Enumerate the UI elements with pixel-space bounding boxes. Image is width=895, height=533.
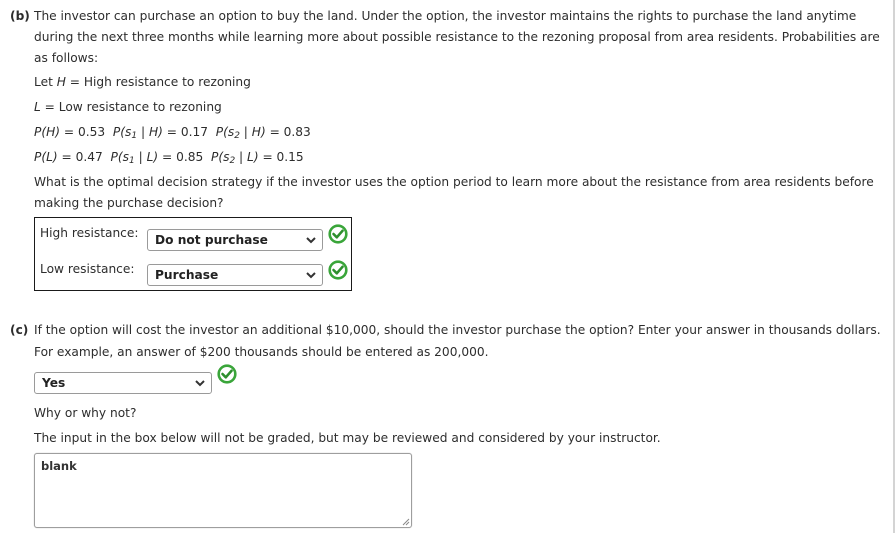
explanation-textarea[interactable]: blank: [34, 453, 412, 528]
var-h: H: [56, 75, 66, 89]
low-resistance-select[interactable]: Purchase: [147, 264, 323, 286]
high-resistance-selected-value: Do not purchase: [155, 233, 268, 247]
part-b-intro-line-3: as follows:: [34, 51, 99, 65]
cond-h: | H): [239, 125, 266, 139]
def-h-text: = High resistance to rezoning: [65, 75, 251, 89]
p-s2-h-prefix: P(s: [215, 125, 235, 139]
p-h: P(H): [34, 125, 61, 139]
low-resistance-selected-value: Purchase: [155, 268, 219, 282]
part-c-question-line-1: If the option will cost the investor an …: [34, 323, 881, 337]
purchase-option-select[interactable]: Yes: [34, 372, 212, 394]
p-s1-h-prefix: P(s: [112, 125, 132, 139]
strategy-answer-box: High resistance: Do not purchase Low res…: [34, 217, 352, 291]
part-c-question-line-2: For example, an answer of $200 thousands…: [34, 345, 489, 359]
textarea-value: blank: [41, 459, 77, 473]
p-s1-l-value: = 0.85: [158, 150, 204, 164]
purchase-option-selected-value: Yes: [42, 376, 66, 390]
check-correct-icon: [328, 224, 348, 244]
part-b-intro-line-2: during the next three months while learn…: [34, 30, 880, 44]
probability-row-high: P(H) = 0.53 P(s1 | H) = 0.17 P(s2 | H) =…: [34, 122, 311, 146]
part-b-label: (b): [10, 9, 30, 23]
part-b-question-line-1: What is the optimal decision strategy if…: [34, 175, 874, 189]
p-s1-h-value: = 0.17: [162, 125, 208, 139]
p-s1-l-prefix: P(s: [110, 150, 129, 164]
p-s2-h-value: = 0.83: [265, 125, 311, 139]
part-c-label: (c): [10, 323, 29, 337]
var-l: L: [34, 100, 41, 114]
p-s2-l-value: = 0.15: [258, 150, 304, 164]
definition-h: Let H = High resistance to rezoning: [34, 72, 251, 92]
resize-grip-icon[interactable]: [401, 517, 410, 526]
why-label: Why or why not?: [34, 406, 137, 420]
p-l-value: = 0.47: [57, 150, 103, 164]
part-b-question-line-2: making the purchase decision?: [34, 196, 224, 210]
part-b-intro-line-1: The investor can purchase an option to b…: [34, 9, 857, 23]
chevron-down-icon: [195, 380, 205, 387]
probability-row-low: P(L) = 0.47 P(s1 | L) = 0.85 P(s2 | L) =…: [34, 147, 304, 171]
def-l-text: = Low resistance to rezoning: [40, 100, 222, 114]
def-prefix: Let: [34, 75, 57, 89]
definition-l: L = Low resistance to rezoning: [34, 97, 222, 117]
check-correct-icon: [328, 260, 348, 280]
grading-note: The input in the box below will not be g…: [34, 431, 661, 445]
chevron-down-icon: [306, 272, 316, 279]
cond-h: | H): [137, 125, 163, 139]
low-resistance-label: Low resistance:: [40, 262, 135, 276]
p-h-value: = 0.53: [60, 125, 106, 139]
check-correct-icon: [217, 364, 237, 384]
cond-l: | L): [235, 150, 259, 164]
chevron-down-icon: [306, 237, 316, 244]
high-resistance-label: High resistance:: [40, 226, 139, 240]
cond-l: | L): [134, 150, 159, 164]
p-l: P(L): [34, 150, 58, 164]
p-s2-l-prefix: P(s: [210, 150, 230, 164]
high-resistance-select[interactable]: Do not purchase: [147, 229, 323, 251]
